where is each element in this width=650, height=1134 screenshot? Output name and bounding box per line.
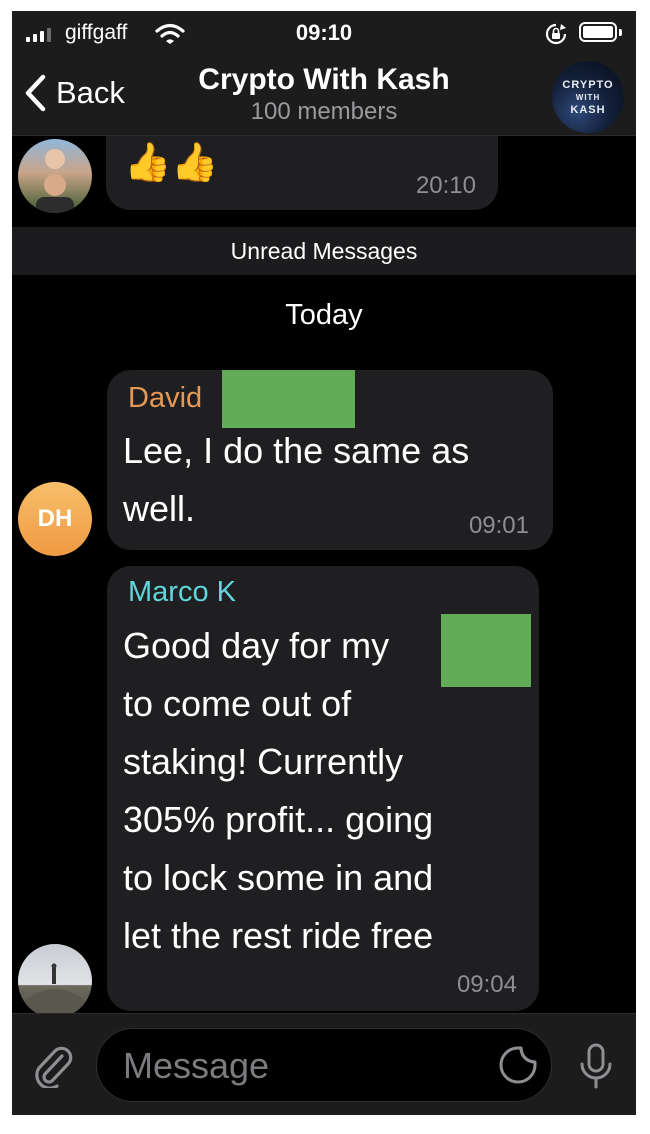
avatar-photo-shapes (26, 963, 84, 1013)
message-text-line: to come out of (123, 683, 352, 724)
date-separator: Today (285, 299, 363, 331)
paperclip-icon[interactable] (32, 1044, 74, 1088)
battery-tip (619, 29, 622, 36)
back-label: Back (56, 75, 125, 110)
message-text-line: staking! Currently (123, 741, 404, 782)
chat-title[interactable]: Crypto With Kash (152, 63, 496, 97)
redaction-block (441, 614, 531, 687)
message-bubble[interactable]: Marco K Good day for my to come out of s… (107, 566, 539, 1011)
unread-messages-divider: Unread Messages (12, 227, 636, 275)
message-bubble[interactable]: 👍👍 20:10 (106, 136, 498, 210)
message-text-line: well. (123, 488, 196, 529)
chevron-left-icon (25, 74, 46, 112)
message-text-line: let the rest ride free (123, 915, 434, 956)
message-time: 09:04 (456, 971, 517, 998)
message-text-line: Lee, I do the same as (123, 430, 470, 471)
battery-icon (579, 22, 617, 42)
message-text-line: Good day for my (123, 625, 390, 666)
message-time: 09:01 (468, 512, 529, 539)
user-avatar-photo[interactable] (18, 944, 92, 1013)
message-input-field[interactable] (96, 1028, 552, 1102)
redaction-block (222, 370, 355, 428)
sender-name[interactable]: Marco K (128, 576, 236, 609)
telegram-chat-screen: giffgaff 09:10 Back Crypto With Kash 100… (12, 11, 636, 1115)
rotation-lock-icon (545, 23, 567, 45)
member-count: 100 members (250, 98, 398, 125)
message-list[interactable]: 👍👍 20:10 Unread Messages Today David Lee… (12, 136, 636, 1013)
chat-header: Back Crypto With Kash 100 members CRYPTO… (12, 55, 636, 136)
group-avatar[interactable]: CRYPTO WITH KASH (552, 61, 624, 133)
avatar-text-line: CRYPTO (562, 79, 614, 91)
status-bar: giffgaff 09:10 (12, 11, 636, 55)
avatar-photo-shapes (36, 149, 74, 213)
message-bubble[interactable]: David Lee, I do the same as well. 09:01 (107, 370, 553, 550)
status-time: 09:10 (295, 20, 353, 45)
message-text-line: 305% profit... going (123, 799, 434, 840)
message-text-line: to lock some in and (123, 857, 434, 898)
user-avatar-photo[interactable] (18, 139, 92, 213)
message-input[interactable] (121, 1039, 485, 1093)
user-avatar-initials[interactable]: DH (18, 482, 92, 556)
avatar-text-line: KASH (570, 104, 606, 116)
back-button[interactable]: Back (24, 71, 125, 115)
message-time: 20:10 (415, 172, 476, 199)
sticker-icon[interactable] (498, 1045, 538, 1085)
avatar-text-line: WITH (575, 93, 601, 102)
microphone-icon[interactable] (578, 1042, 614, 1090)
message-emoji: 👍👍 (124, 142, 219, 184)
sender-name[interactable]: David (128, 382, 202, 415)
message-composer (12, 1013, 636, 1115)
